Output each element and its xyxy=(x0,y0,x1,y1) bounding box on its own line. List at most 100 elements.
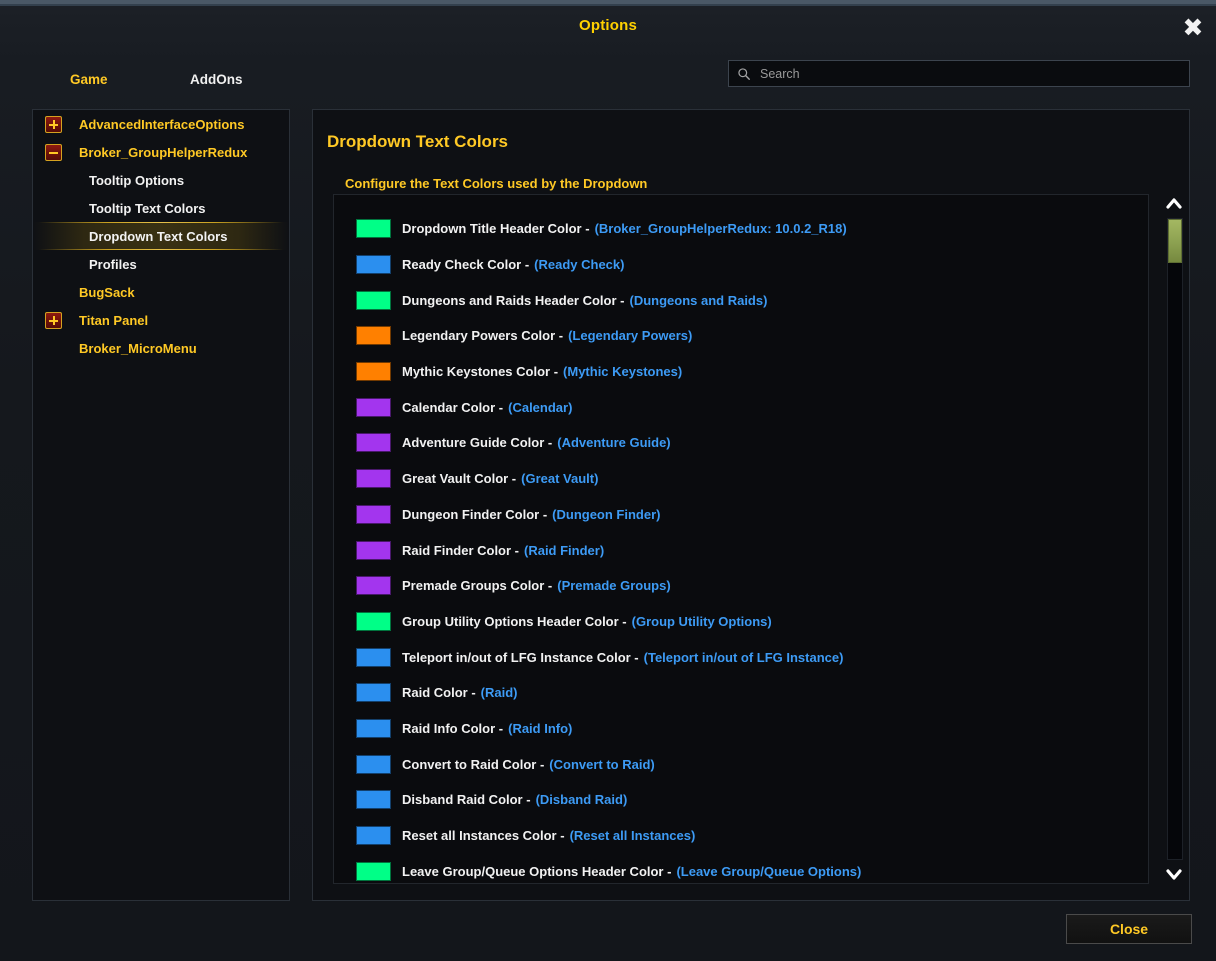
tab-addons[interactable]: AddOns xyxy=(180,68,253,91)
color-option-label: Adventure Guide Color - xyxy=(402,435,553,451)
color-option-row[interactable]: Reset all Instances Color - (Reset all In… xyxy=(334,818,1148,854)
chevron-down-icon[interactable] xyxy=(1164,864,1184,884)
search-icon xyxy=(738,67,750,80)
color-option-label: Leave Group/Queue Options Header Color - xyxy=(402,863,672,879)
color-option-row[interactable]: Dungeon Finder Color - (Dungeon Finder) xyxy=(334,497,1148,533)
chevron-up-icon[interactable] xyxy=(1164,194,1184,214)
sidebar-item-label: AdvancedInterfaceOptions xyxy=(79,116,245,132)
color-swatch[interactable] xyxy=(356,790,391,810)
tab-game[interactable]: Game xyxy=(60,68,118,91)
sidebar-item-advancedinterfaceoptions[interactable]: AdvancedInterfaceOptions xyxy=(33,110,289,138)
color-swatch[interactable] xyxy=(356,611,391,631)
sidebar-item-broker-micromenu[interactable]: Broker_MicroMenu xyxy=(33,334,289,362)
sidebar-item-tooltip-text-colors[interactable]: Tooltip Text Colors xyxy=(33,194,289,222)
color-option-sample: (Dungeons and Raids) xyxy=(629,292,768,308)
content-panel: Dropdown Text Colors Configure the Text … xyxy=(312,109,1190,901)
color-option-row[interactable]: Disband Raid Color - (Disband Raid) xyxy=(334,782,1148,818)
color-option-row[interactable]: Raid Info Color - (Raid Info) xyxy=(334,711,1148,747)
color-option-sample: (Great Vault) xyxy=(521,471,599,487)
expand-icon[interactable] xyxy=(45,311,62,329)
sidebar-item-tooltip-options[interactable]: Tooltip Options xyxy=(33,166,289,194)
close-x-icon[interactable]: ✖ xyxy=(1180,15,1206,42)
color-option-label: Disband Raid Color - xyxy=(402,792,531,808)
color-option-sample: (Disband Raid) xyxy=(535,792,628,808)
color-swatch[interactable] xyxy=(356,255,391,275)
color-option-sample: (Raid Info) xyxy=(508,720,573,736)
color-swatch[interactable] xyxy=(356,504,391,524)
color-option-sample: (Teleport in/out of LFG Instance) xyxy=(643,649,844,665)
color-option-row[interactable]: Great Vault Color - (Great Vault) xyxy=(334,461,1148,497)
color-option-sample: (Leave Group/Queue Options) xyxy=(676,863,862,879)
sidebar-item-dropdown-text-colors[interactable]: Dropdown Text Colors xyxy=(33,222,289,250)
color-option-sample: (Raid Finder) xyxy=(524,542,605,558)
color-option-row[interactable]: Dropdown Title Header Color - (Broker_Gro… xyxy=(334,211,1148,247)
color-swatch[interactable] xyxy=(356,469,391,489)
color-option-row[interactable]: Legendary Powers Color - (Legendary Power… xyxy=(334,318,1148,354)
color-option-label: Premade Groups Color - xyxy=(402,578,553,594)
scrollbar-track[interactable] xyxy=(1167,218,1183,860)
color-option-row[interactable]: Ready Check Color - (Ready Check) xyxy=(334,247,1148,283)
page-title: Options xyxy=(578,17,638,34)
options-window: Options ✖ Game AddOns AdvancedInterfaceO… xyxy=(0,4,1216,961)
color-swatch[interactable] xyxy=(356,647,391,667)
color-option-row[interactable]: Mythic Keystones Color - (Mythic Keystone… xyxy=(334,354,1148,390)
color-swatch[interactable] xyxy=(356,397,391,417)
search-input[interactable] xyxy=(758,65,1181,82)
color-swatch[interactable] xyxy=(356,576,391,596)
color-option-row[interactable]: Raid Color - (Raid) xyxy=(334,675,1148,711)
color-option-sample: (Reset all Instances) xyxy=(569,828,696,844)
color-option-row[interactable]: Calendar Color - (Calendar) xyxy=(334,389,1148,425)
search-box[interactable] xyxy=(728,60,1190,87)
title-bar: Options ✖ xyxy=(0,6,1216,50)
scrollbar[interactable] xyxy=(1161,194,1187,884)
color-option-label: Dropdown Title Header Color - xyxy=(402,221,590,237)
sidebar-item-label: Broker_GroupHelperRedux xyxy=(79,144,248,160)
color-option-sample: (Premade Groups) xyxy=(557,578,671,594)
sidebar-item-profiles[interactable]: Profiles xyxy=(33,250,289,278)
color-option-sample: (Group Utility Options) xyxy=(631,613,772,629)
color-swatch[interactable] xyxy=(356,861,391,881)
color-swatch[interactable] xyxy=(356,754,391,774)
scrollbar-thumb[interactable] xyxy=(1168,219,1182,263)
color-option-row[interactable]: Dungeons and Raids Header Color - (Dungeo… xyxy=(334,282,1148,318)
color-option-row[interactable]: Leave Group/Queue Options Header Color -… xyxy=(334,853,1148,883)
color-swatch[interactable] xyxy=(356,290,391,310)
sidebar-item-titan-panel[interactable]: Titan Panel xyxy=(33,306,289,334)
color-option-row[interactable]: Group Utility Options Header Color - (Gro… xyxy=(334,604,1148,640)
sidebar-item-label: Tooltip Options xyxy=(89,172,185,188)
color-option-label: Convert to Raid Color - xyxy=(402,756,545,772)
color-option-row[interactable]: Premade Groups Color - (Premade Groups) xyxy=(334,568,1148,604)
color-swatch[interactable] xyxy=(356,219,391,239)
sidebar-item-broker-grouphelperredux[interactable]: Broker_GroupHelperRedux xyxy=(33,138,289,166)
sidebar-item-label: BugSack xyxy=(79,284,135,300)
sidebar-item-bugsack[interactable]: BugSack xyxy=(33,278,289,306)
color-option-sample: (Mythic Keystones) xyxy=(563,364,683,380)
color-option-row[interactable]: Convert to Raid Color - (Convert to Raid) xyxy=(334,746,1148,782)
color-option-row[interactable]: Teleport in/out of LFG Instance Color -(… xyxy=(334,639,1148,675)
color-option-sample: (Legendary Powers) xyxy=(568,328,693,344)
color-option-label: Raid Info Color - xyxy=(402,720,504,736)
color-swatch[interactable] xyxy=(356,718,391,738)
collapse-icon[interactable] xyxy=(45,143,62,161)
color-option-label: Ready Check Color - xyxy=(402,257,530,273)
color-option-sample: (Adventure Guide) xyxy=(557,435,671,451)
color-option-label: Raid Finder Color - xyxy=(402,542,519,558)
close-button[interactable]: Close xyxy=(1066,914,1192,944)
color-swatch[interactable] xyxy=(356,540,391,560)
color-swatch[interactable] xyxy=(356,433,391,453)
category-tree-panel: AdvancedInterfaceOptions Broker_GroupHelp… xyxy=(32,109,290,901)
color-option-label: Dungeon Finder Color - xyxy=(402,506,548,522)
color-option-sample: (Broker_GroupHelperRedux: 10.0.2_R18) xyxy=(594,221,847,237)
color-swatch[interactable] xyxy=(356,326,391,346)
color-swatch[interactable] xyxy=(356,826,391,846)
color-option-label: Reset all Instances Color - xyxy=(402,828,565,844)
color-option-label: Calendar Color - xyxy=(402,399,504,415)
color-option-row[interactable]: Raid Finder Color - (Raid Finder) xyxy=(334,532,1148,568)
color-option-label: Group Utility Options Header Color - xyxy=(402,613,627,629)
color-option-row[interactable]: Adventure Guide Color - (Adventure Guide) xyxy=(334,425,1148,461)
color-option-sample: (Convert to Raid) xyxy=(549,756,655,772)
expand-icon[interactable] xyxy=(45,115,62,133)
color-swatch[interactable] xyxy=(356,683,391,703)
color-swatch[interactable] xyxy=(356,362,391,382)
color-option-label: Great Vault Color - xyxy=(402,471,517,487)
